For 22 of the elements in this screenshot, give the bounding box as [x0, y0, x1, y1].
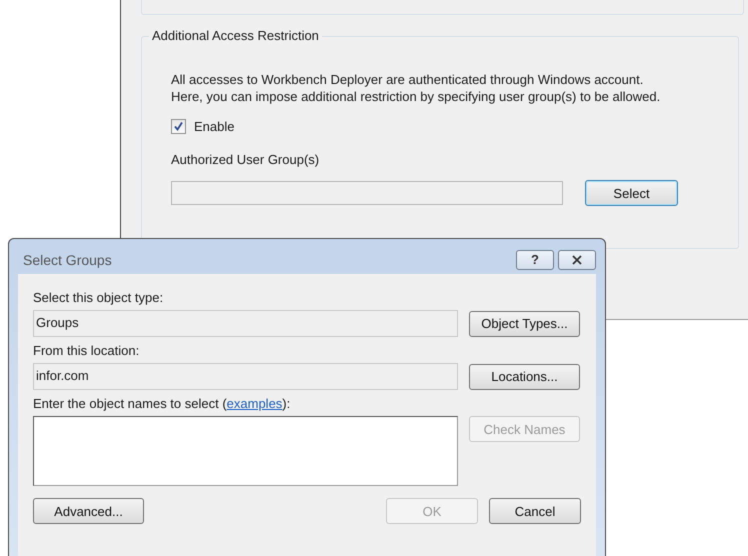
field-label: Select this object type: — [33, 290, 164, 306]
dialog-title: Select Groups — [23, 250, 112, 268]
readonly-field: Groups — [33, 310, 458, 337]
dialog-button[interactable]: Object Types... — [469, 310, 580, 336]
dialog-button[interactable]: Cancel — [489, 498, 581, 524]
checkbox-label: Enable — [194, 119, 234, 134]
field-label: From this location: — [33, 343, 140, 359]
examples-link[interactable]: examples — [226, 396, 282, 411]
help-button[interactable]: ? — [516, 250, 554, 270]
close-icon — [571, 254, 583, 264]
group-title: Additional Access Restriction — [149, 28, 322, 43]
close-button[interactable] — [558, 250, 596, 270]
field-label: Enter the object names to select (examples): — [33, 396, 290, 411]
input-field[interactable] — [171, 181, 563, 205]
dialog-button[interactable]: Locations... — [469, 364, 580, 390]
advanced-button[interactable]: Advanced... — [33, 498, 144, 524]
enable-checkbox[interactable] — [171, 119, 186, 134]
select-button[interactable]: Select — [585, 180, 678, 206]
names-input[interactable] — [33, 416, 458, 486]
readonly-field: infor.com — [33, 363, 458, 390]
field-label: Authorized User Group(s) — [171, 152, 320, 167]
description-text: All accesses to Workbench Deployer are authenticated through Windows account. Here, you can impose additional restriction by specifying user group(s) to be allowed. — [171, 71, 662, 105]
